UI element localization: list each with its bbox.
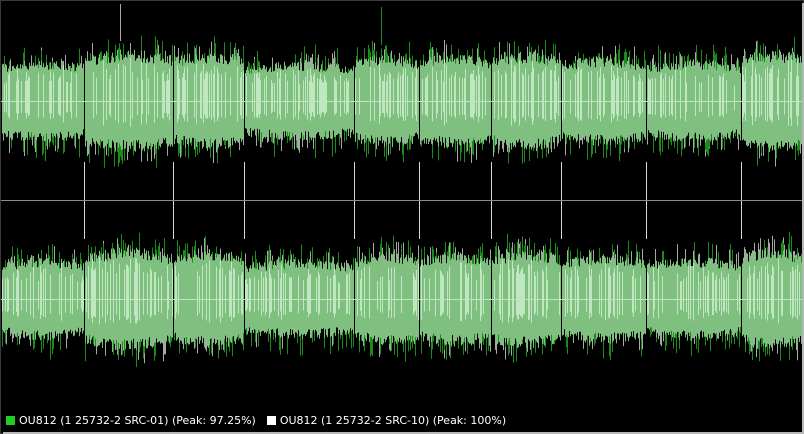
legend-label-src10: OU812 (1 25732-2 SRC-10) (Peak: 100%): [279, 413, 507, 427]
waveform-compare-panel: OU812 (1 25732-2 SRC-01) (Peak: 97.25%) …: [0, 0, 804, 434]
legend-swatch-src10: [266, 415, 276, 425]
legend-bar: OU812 (1 25732-2 SRC-01) (Peak: 97.25%) …: [1, 407, 803, 433]
waveform-canvas[interactable]: [1, 1, 803, 407]
legend-swatch-src01: [6, 415, 15, 425]
legend-item-src10[interactable]: OU812 (1 25732-2 SRC-10) (Peak: 100%): [266, 413, 507, 427]
legend-label-src01: OU812 (1 25732-2 SRC-01) (Peak: 97.25%): [19, 413, 256, 427]
waveform-view[interactable]: [1, 1, 803, 407]
legend-item-src01[interactable]: OU812 (1 25732-2 SRC-01) (Peak: 97.25%): [6, 414, 256, 427]
